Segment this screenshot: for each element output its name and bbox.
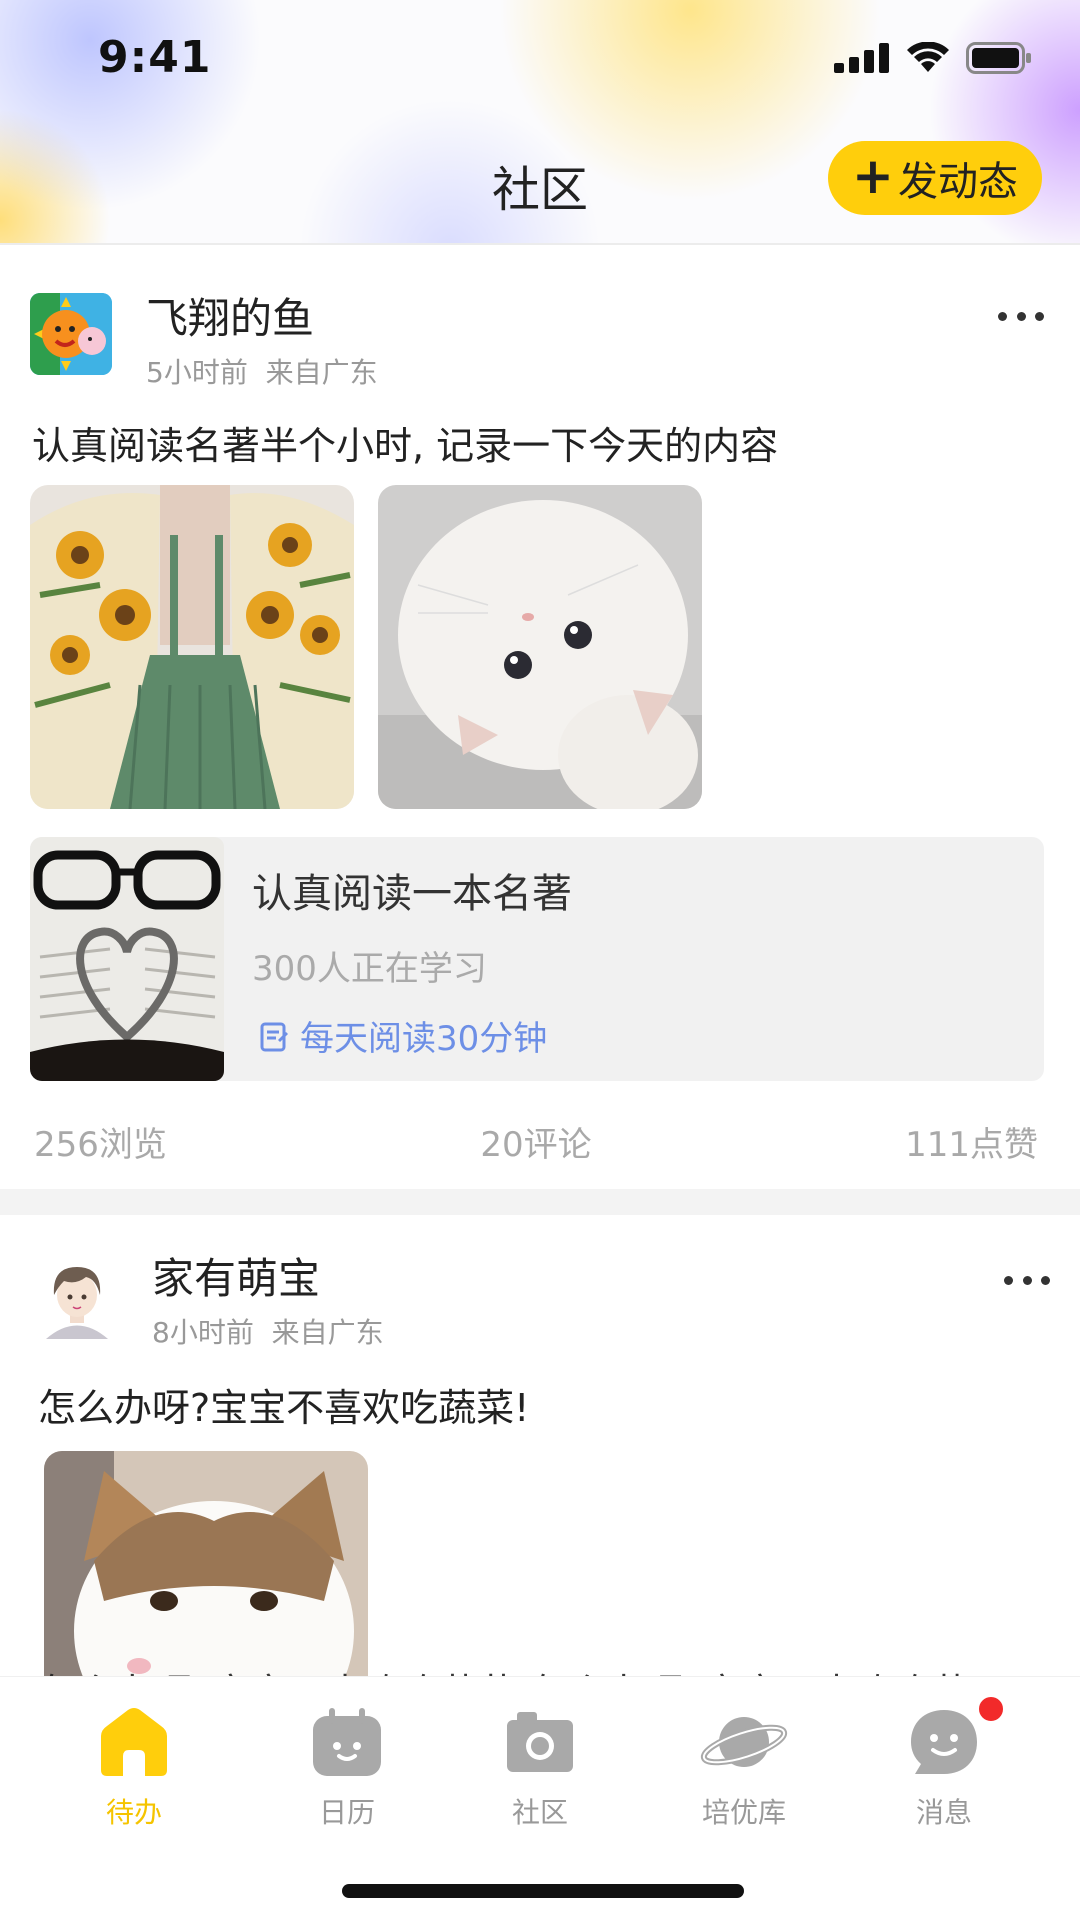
course-title: 认真阅读一本名著: [252, 871, 572, 917]
tab-label: 日历: [318, 1796, 375, 1829]
header: 9:41 社区 + 发动态: [0, 0, 1080, 245]
post-button[interactable]: + 发动态: [828, 141, 1042, 215]
post-content: 怎么办呀?宝宝不喜欢吃蔬菜!: [38, 1386, 530, 1430]
home-indicator: [342, 1884, 744, 1898]
post-button-label: 发动态: [897, 159, 1018, 205]
course-learners: 300人正在学习: [252, 949, 487, 989]
likes-count[interactable]: 111点赞: [905, 1117, 1038, 1166]
post-image[interactable]: [30, 485, 354, 809]
status-time: 9:41: [98, 32, 212, 83]
more-icon[interactable]: [998, 311, 1044, 321]
tab-library[interactable]: 培优库: [664, 1697, 824, 1831]
tab-label: 消息: [915, 1796, 972, 1829]
wifi-icon: [907, 42, 949, 72]
plus-icon: +: [852, 147, 894, 205]
avatar[interactable]: [36, 1257, 118, 1339]
comments-count[interactable]: 20评论: [480, 1117, 591, 1166]
post-card[interactable]: 飞翔的鱼 5小时前 来自广东 认真阅读名著半个小时, 记录一下今天的内容 认真阅…: [0, 247, 1080, 1189]
plan-icon: [260, 1022, 288, 1051]
tab-label: 社区: [511, 1796, 568, 1829]
course-plan[interactable]: 每天阅读30分钟: [258, 1011, 547, 1060]
message-badge: [976, 1694, 1006, 1724]
post-content: 认真阅读名著半个小时, 记录一下今天的内容: [32, 424, 779, 468]
post-meta: 8小时前 来自广东: [152, 1311, 384, 1351]
tab-label: 待办: [105, 1796, 162, 1829]
course-plan-label: 每天阅读30分钟: [300, 1019, 548, 1059]
battery-icon: [966, 42, 1031, 74]
post-meta: 5小时前 来自广东: [146, 351, 378, 391]
tab-todo[interactable]: 待办: [54, 1697, 214, 1831]
avatar[interactable]: [30, 293, 112, 375]
tab-community[interactable]: 社区: [460, 1697, 620, 1831]
signal-icon: [834, 43, 889, 73]
course-card[interactable]: 认真阅读一本名著 300人正在学习 每天阅读30分钟: [30, 837, 1044, 1081]
username[interactable]: 飞翔的鱼: [146, 285, 314, 346]
home-icon: [101, 1708, 167, 1776]
post-image[interactable]: [378, 485, 702, 809]
camera-icon: [507, 1712, 573, 1772]
post-card[interactable]: 家有萌宝 8小时前 来自广东 怎么办呀?宝宝不喜欢吃蔬菜!: [0, 1215, 1080, 1685]
post-time: 8小时前: [152, 1316, 254, 1349]
planet-icon: [700, 1717, 788, 1767]
views-count[interactable]: 256浏览: [34, 1117, 167, 1166]
username[interactable]: 家有萌宝: [152, 1245, 320, 1306]
post-image[interactable]: [44, 1451, 368, 1685]
post-divider: [0, 1189, 1080, 1215]
post-location: 来自广东: [265, 356, 378, 389]
calendar-icon: [313, 1708, 381, 1776]
course-thumbnail: [30, 837, 224, 1081]
chat-smile-icon: [911, 1710, 977, 1774]
tab-calendar[interactable]: 日历: [267, 1697, 427, 1831]
post-location: 来自广东: [271, 1316, 384, 1349]
post-stats: 256浏览 20评论 111点赞: [34, 1117, 1038, 1166]
post-time: 5小时前: [146, 356, 248, 389]
status-icons: [834, 42, 1032, 74]
more-icon[interactable]: [1004, 1275, 1050, 1285]
tab-label: 培优库: [701, 1796, 786, 1829]
